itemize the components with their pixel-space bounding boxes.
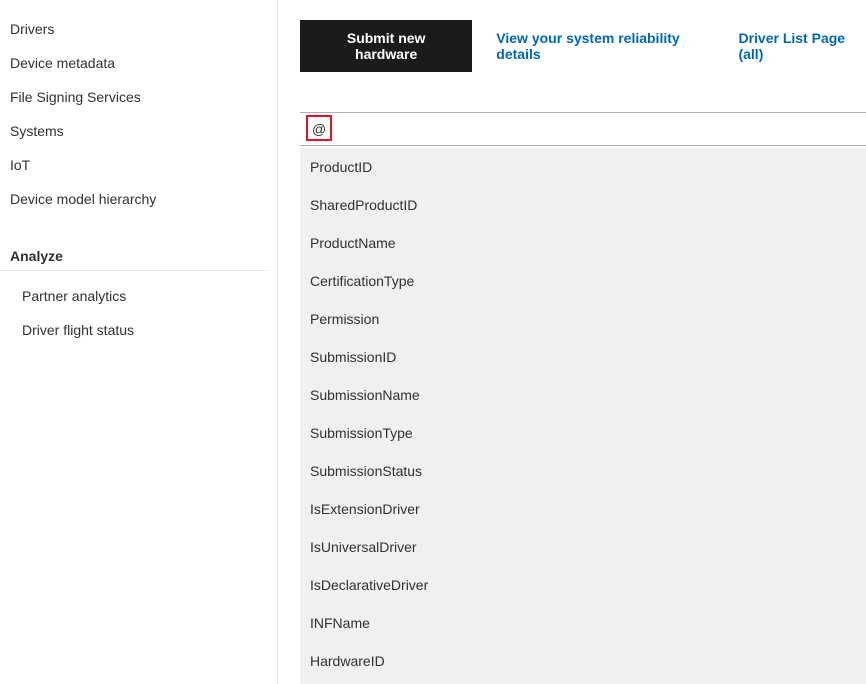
dropdown-item-infname[interactable]: INFName	[300, 604, 866, 642]
dropdown-item-isdeclarativedriver[interactable]: IsDeclarativeDriver	[300, 566, 866, 604]
dropdown-item-sharedproductid[interactable]: SharedProductID	[300, 186, 866, 224]
dropdown-item-isuniversaldriver[interactable]: IsUniversalDriver	[300, 528, 866, 566]
autocomplete-dropdown: ProductID SharedProductID ProductName Ce…	[300, 148, 866, 684]
sidebar-item-label: Partner analytics	[22, 288, 126, 304]
view-reliability-link[interactable]: View your system reliability details	[496, 30, 714, 62]
dropdown-item-certificationtype[interactable]: CertificationType	[300, 262, 866, 300]
dropdown-item-submissionname[interactable]: SubmissionName	[300, 376, 866, 414]
sidebar-item-iot[interactable]: IoT	[0, 148, 277, 182]
sidebar-item-label: Device model hierarchy	[10, 191, 156, 207]
sidebar-item-systems[interactable]: Systems	[0, 114, 277, 148]
search-field-wrap	[300, 112, 866, 146]
dropdown-item-isextensiondriver[interactable]: IsExtensionDriver	[300, 490, 866, 528]
submit-new-hardware-button[interactable]: Submit new hardware	[300, 20, 472, 72]
sidebar-subitem-driver-flight-status[interactable]: Driver flight status	[0, 313, 277, 347]
dropdown-item-operatingsystemcode[interactable]: OperatingSystemCode	[300, 680, 866, 684]
main-content: Submit new hardware View your system rel…	[278, 0, 866, 684]
dropdown-item-productname[interactable]: ProductName	[300, 224, 866, 262]
sidebar-item-label: Drivers	[10, 21, 54, 37]
sidebar: Drivers Device metadata File Signing Ser…	[0, 0, 278, 684]
sidebar-item-device-model-hierarchy[interactable]: Device model hierarchy	[0, 182, 277, 216]
dropdown-item-productid[interactable]: ProductID	[300, 148, 866, 186]
search-input[interactable]	[308, 119, 862, 139]
sidebar-item-label: File Signing Services	[10, 89, 141, 105]
sidebar-subitem-partner-analytics[interactable]: Partner analytics	[0, 279, 277, 313]
dropdown-item-submissiontype[interactable]: SubmissionType	[300, 414, 866, 452]
sidebar-item-device-metadata[interactable]: Device metadata	[0, 46, 277, 80]
dropdown-item-hardwareid[interactable]: HardwareID	[300, 642, 866, 680]
sidebar-item-label: Driver flight status	[22, 322, 134, 338]
sidebar-item-drivers[interactable]: Drivers	[0, 12, 277, 46]
sidebar-section-header: Analyze	[0, 240, 267, 271]
sidebar-item-label: Device metadata	[10, 55, 115, 71]
driver-list-page-link[interactable]: Driver List Page (all)	[738, 30, 866, 62]
action-bar: Submit new hardware View your system rel…	[300, 20, 866, 72]
sidebar-item-label: Systems	[10, 123, 64, 139]
sidebar-item-label: IoT	[10, 157, 30, 173]
dropdown-item-submissionstatus[interactable]: SubmissionStatus	[300, 452, 866, 490]
dropdown-item-submissionid[interactable]: SubmissionID	[300, 338, 866, 376]
dropdown-item-permission[interactable]: Permission	[300, 300, 866, 338]
sidebar-item-file-signing-services[interactable]: File Signing Services	[0, 80, 277, 114]
